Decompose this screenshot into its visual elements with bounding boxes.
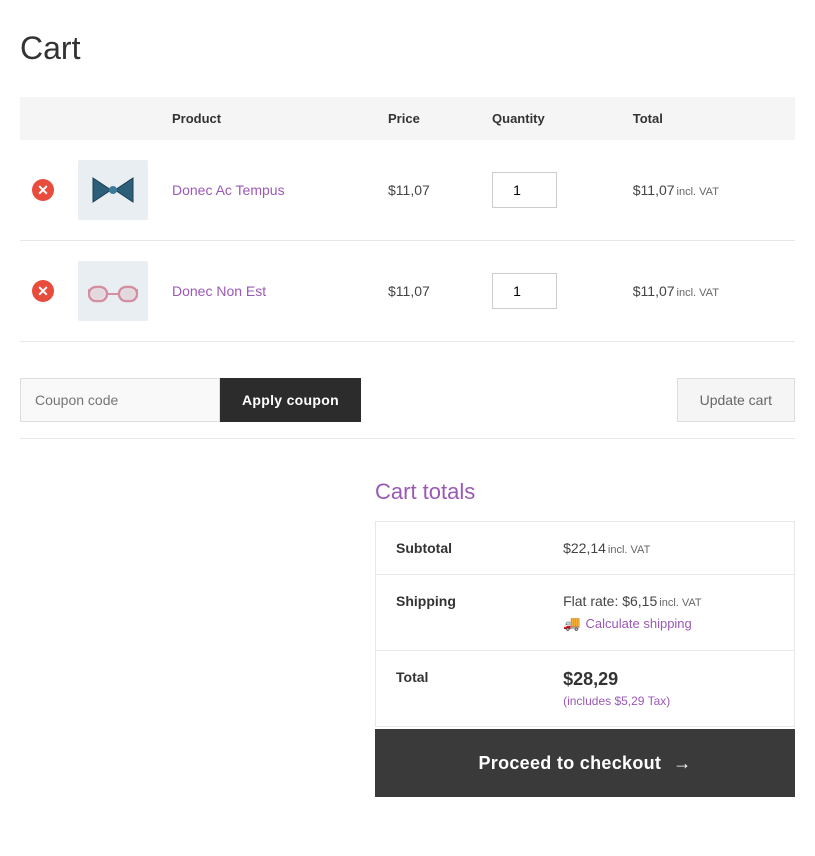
table-row: ✕ Donec Ac Tempus $11,07 $11,07incl. VAT [20, 140, 795, 241]
totals-table: Subtotal $22,14incl. VAT Shipping Flat r… [375, 521, 795, 727]
total-row: Total $28,29 (includes $5,29 Tax) [376, 651, 795, 727]
product-image [78, 261, 148, 321]
total-value: $28,29 (includes $5,29 Tax) [543, 651, 794, 727]
calculate-shipping-link[interactable]: 🚚 Calculate shipping [563, 615, 774, 632]
coupon-left: Apply coupon [20, 378, 361, 422]
coupon-input[interactable] [20, 378, 220, 422]
col-header-image [66, 97, 160, 140]
col-header-remove [20, 97, 66, 140]
product-total: $11,07incl. VAT [621, 140, 795, 241]
bowtie-image [91, 176, 135, 204]
quantity-input[interactable] [492, 172, 557, 208]
proceed-to-checkout-button[interactable]: Proceed to checkout → [375, 729, 795, 797]
product-name-link[interactable]: Donec Ac Tempus [172, 182, 285, 198]
checkout-wrapper: Proceed to checkout → [375, 729, 795, 797]
subtotal-row: Subtotal $22,14incl. VAT [376, 522, 795, 575]
apply-coupon-button[interactable]: Apply coupon [220, 378, 361, 422]
cart-totals-container: Cart totals Subtotal $22,14incl. VAT Shi… [375, 479, 795, 727]
table-row: ✕ Donec Non Est $11,07 $11,07incl. VAT [20, 241, 795, 342]
page-title: Cart [20, 30, 795, 67]
product-price: $11,07 [376, 241, 480, 342]
update-cart-button[interactable]: Update cart [677, 378, 795, 422]
total-label: Total [376, 651, 544, 727]
product-total: $11,07incl. VAT [621, 241, 795, 342]
quantity-input[interactable] [492, 273, 557, 309]
cart-totals-title: Cart totals [375, 479, 795, 505]
product-price: $11,07 [376, 140, 480, 241]
arrow-icon: → [673, 753, 691, 774]
checkout-label: Proceed to checkout [478, 753, 661, 774]
remove-button-1[interactable]: ✕ [32, 280, 54, 302]
coupon-row: Apply coupon Update cart [20, 362, 795, 439]
col-header-quantity: Quantity [480, 97, 621, 140]
remove-icon: ✕ [32, 280, 54, 302]
truck-icon: 🚚 [563, 615, 580, 632]
shipping-value: Flat rate: $6,15incl. VAT 🚚 Calculate sh… [543, 575, 794, 651]
remove-button-0[interactable]: ✕ [32, 179, 54, 201]
shipping-row: Shipping Flat rate: $6,15incl. VAT 🚚 Cal… [376, 575, 795, 651]
col-header-product: Product [160, 97, 376, 140]
cart-table: Product Price Quantity Total ✕ Donec Ac … [20, 97, 795, 342]
product-name-link[interactable]: Donec Non Est [172, 283, 266, 299]
col-header-total: Total [621, 97, 795, 140]
glasses-image [88, 279, 138, 303]
subtotal-value: $22,14incl. VAT [543, 522, 794, 575]
remove-icon: ✕ [32, 179, 54, 201]
subtotal-label: Subtotal [376, 522, 544, 575]
product-image [78, 160, 148, 220]
shipping-label: Shipping [376, 575, 544, 651]
col-header-price: Price [376, 97, 480, 140]
